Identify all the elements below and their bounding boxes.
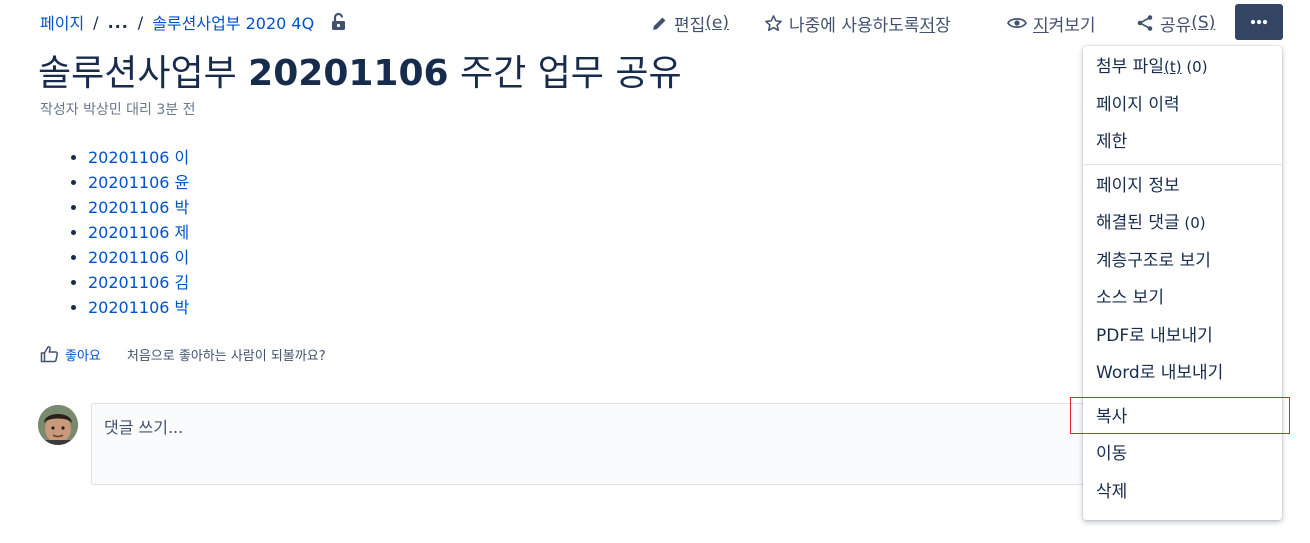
child-page-link[interactable]: 20201106 박 [88, 198, 189, 217]
list-item: 20201106 이 [88, 145, 189, 170]
edit-label: 편집 [674, 15, 706, 36]
menu-item-export-pdf[interactable]: PDF로 내보내기 [1083, 318, 1282, 356]
menu-item-delete[interactable]: 삭제 [1083, 474, 1282, 512]
user-avatar-image [38, 405, 78, 445]
save-for-later-button[interactable]: 나중에 사용하도록 저장 [764, 8, 951, 38]
child-page-link[interactable]: 20201106 제 [88, 223, 189, 242]
avatar [38, 405, 78, 445]
menu-item-restrictions[interactable]: 제한 [1083, 124, 1282, 162]
like-section: 좋아요 처음으로 좋아하는 사람이 되볼까요? [40, 343, 326, 365]
menu-item-resolved-comments[interactable]: 해결된 댓글 (0) [1083, 205, 1282, 243]
eye-icon [1007, 18, 1027, 28]
child-page-link[interactable]: 20201106 윤 [88, 173, 189, 192]
edit-button[interactable]: 편집 (e) [651, 8, 729, 38]
attachments-label: 첨부 파일 [1096, 57, 1164, 77]
attachments-shortcut: (t) [1163, 58, 1182, 76]
list-item: 20201106 박 [88, 195, 189, 220]
share-shortcut: (S) [1191, 13, 1216, 33]
menu-item-hierarchy[interactable]: 계층구조로 보기 [1083, 243, 1282, 281]
watch-label: 켜보기 [1048, 15, 1096, 36]
menu-item-view-source[interactable]: 소스 보기 [1083, 280, 1282, 318]
list-item: 20201106 박 [88, 295, 189, 320]
save-for-later-shortcut: 저 [919, 15, 936, 36]
like-button[interactable]: 좋아요 [40, 345, 101, 364]
save-for-later-label: 나중에 사용하도록 [789, 15, 920, 36]
more-actions-button[interactable] [1235, 4, 1283, 40]
list-item: 20201106 이 [88, 245, 189, 270]
star-icon [765, 14, 782, 31]
watch-button[interactable]: 지 켜보기 [1007, 8, 1096, 38]
attachments-count: (0) [1181, 58, 1208, 76]
menu-divider [1083, 163, 1282, 165]
thumbs-up-icon [40, 346, 59, 363]
list-item: 20201106 윤 [88, 170, 189, 195]
menu-item-page-info[interactable]: 페이지 정보 [1083, 168, 1282, 206]
page-title-number: 20201106 [248, 53, 449, 94]
child-page-link[interactable]: 20201106 이 [88, 148, 189, 167]
page-title-prefix: 솔루션사업부 [38, 53, 249, 94]
more-actions-menu: 첨부 파일(t) (0) 페이지 이력 제한 페이지 정보 해결된 댓글 (0)… [1083, 46, 1282, 520]
child-page-link[interactable]: 20201106 박 [88, 298, 189, 317]
child-page-link[interactable]: 20201106 김 [88, 273, 189, 292]
like-label: 좋아요 [65, 348, 101, 364]
list-item: 20201106 제 [88, 220, 189, 245]
pencil-icon [653, 17, 666, 30]
comment-input[interactable]: 댓글 쓰기... [91, 403, 1091, 485]
child-page-link[interactable]: 20201106 이 [88, 248, 189, 267]
page-title-suffix: 주간 업무 공유 [448, 53, 682, 94]
save-for-later-label-end: 장 [935, 15, 951, 36]
menu-item-attachments[interactable]: 첨부 파일(t) (0) [1083, 49, 1282, 87]
share-label: 공유 [1160, 15, 1192, 36]
page-byline: 작성자 박상민 대리 3분 전 [40, 102, 196, 118]
list-item: 20201106 김 [88, 270, 189, 295]
page-title: 솔루션사업부 20201106 주간 업무 공유 [38, 44, 682, 96]
like-hint: 처음으로 좋아하는 사람이 되볼까요? [126, 348, 326, 364]
menu-item-copy[interactable]: 복사 [1083, 399, 1282, 437]
resolved-comments-count: (0) [1179, 214, 1206, 232]
share-button[interactable]: 공유 (S) [1136, 8, 1215, 38]
child-page-list: 20201106 이 20201106 윤 20201106 박 2020110… [50, 145, 189, 320]
menu-item-move[interactable]: 이동 [1083, 436, 1282, 474]
page-actions: 편집 (e) 나중에 사용하도록 저장 지 켜보기 공유 (S) [0, 8, 1310, 38]
menu-item-export-word[interactable]: Word로 내보내기 [1083, 355, 1282, 393]
watch-shortcut: 지 [1033, 15, 1049, 36]
edit-shortcut: (e) [705, 13, 730, 33]
more-dots-icon [1250, 19, 1268, 25]
share-icon [1137, 15, 1153, 31]
menu-item-page-history[interactable]: 페이지 이력 [1083, 87, 1282, 125]
resolved-comments-label: 해결된 댓글 [1096, 213, 1180, 233]
